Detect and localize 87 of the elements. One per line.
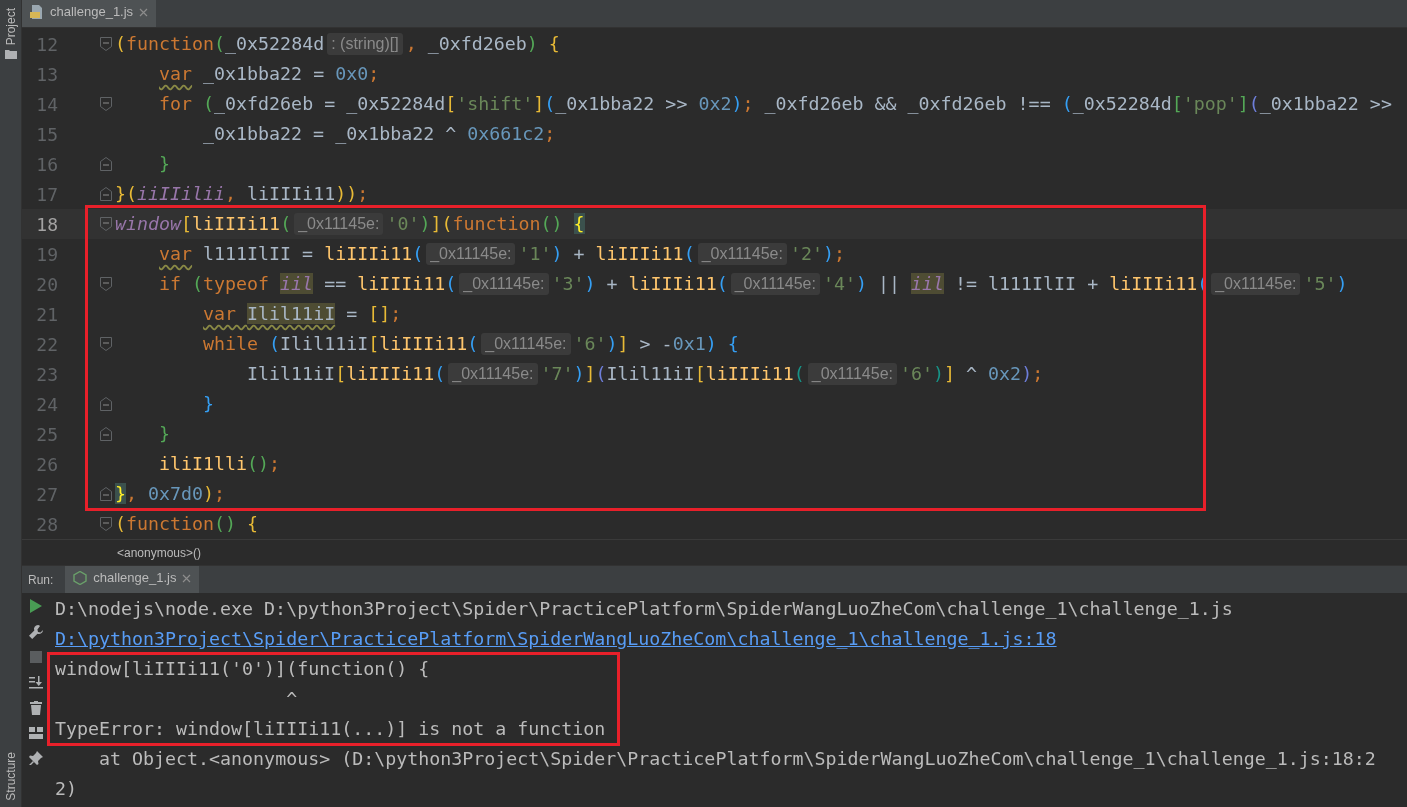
code-text: var _0x1bba22 = 0x0; <box>159 62 380 87</box>
line-number: 21 <box>35 302 58 327</box>
line-number: 24 <box>35 392 58 417</box>
fold-end-icon[interactable] <box>100 427 112 441</box>
code-text: '6')] > -0x1) { <box>573 332 739 357</box>
line-number: 19 <box>35 242 58 267</box>
code-text: '2'); <box>789 242 845 267</box>
code-text: } <box>159 422 171 447</box>
js-file-icon <box>30 5 44 19</box>
run-icon[interactable] <box>30 599 42 613</box>
fold-icon[interactable] <box>100 517 112 531</box>
layout-icon[interactable] <box>29 727 43 739</box>
console-text: TypeError: window[liIIIi11(...)] is not a function <box>55 718 606 739</box>
line-number: 28 <box>35 512 58 537</box>
fold-end-icon[interactable] <box>100 487 112 501</box>
structure-tool-tab[interactable]: Structure <box>3 752 18 801</box>
scroll-to-end-icon[interactable] <box>29 675 43 689</box>
parameter-hint: _0x11145e: <box>730 273 820 295</box>
code-text: if (typeof iil == liIIIi11( <box>159 272 457 297</box>
close-icon[interactable] <box>139 7 149 17</box>
code-text: (function() { <box>115 512 259 537</box>
fold-icon[interactable] <box>100 217 112 231</box>
file-link[interactable]: D:\python3Project\Spider\PracticePlatform\SpiderWangLuoZheCom\challenge_1\challenge_1.js:18 <box>55 628 1057 649</box>
folder-icon <box>4 49 17 60</box>
hexagon-icon <box>73 571 88 585</box>
fold-icon[interactable] <box>100 337 112 351</box>
line-number: 22 <box>35 332 58 357</box>
code-text: window[liIIIi11( <box>115 212 292 237</box>
close-icon[interactable] <box>182 573 192 583</box>
code-text: var Ilil11iI = []; <box>203 302 402 327</box>
line-number: 14 <box>35 92 58 117</box>
line-number: 12 <box>35 32 58 57</box>
line-number: 18 <box>35 212 58 237</box>
code-text: _0x1bba22 = _0x1bba22 ^ 0x661c2; <box>203 122 556 147</box>
console-text: at Object.<anonymous> (D:\python3Project\Spider\PracticePlatform\SpiderWangLuoZheCom\challenge_1\challenge_1.js:18:22) <box>55 748 1376 799</box>
line-number: 17 <box>35 182 58 207</box>
line-number: 16 <box>35 152 58 177</box>
parameter-hint: _0x11145e: <box>481 333 571 355</box>
line-number: 26 <box>35 452 58 477</box>
code-text: Ilil11iI[liIIIi11( <box>247 362 446 387</box>
run-label: Run: <box>27 571 55 589</box>
fold-end-icon[interactable] <box>100 157 112 171</box>
fold-end-icon[interactable] <box>100 397 112 411</box>
line-number: 15 <box>35 122 58 147</box>
code-text: }(iiIIilii, liIIIi11)); <box>115 182 369 207</box>
code-text: for (_0xfd26eb = _0x52284d['shift'](_0x1bba22 >> 0x2); _0xfd26eb && _0xfd26eb !== (_0x52284d['pop'](_0x1bba22 >> <box>159 92 1392 117</box>
code-text: '5') <box>1303 272 1348 297</box>
code-text: } <box>203 392 215 417</box>
code-text: '6')] ^ 0x2); <box>900 362 1044 387</box>
fold-icon[interactable] <box>100 37 112 51</box>
code-text: }, 0x7d0); <box>115 482 226 507</box>
console-text: ^ <box>286 688 298 709</box>
file-tab[interactable]: challenge_1.js <box>65 566 200 593</box>
code-text: , _0xfd26eb) { <box>405 32 560 57</box>
line-number: 27 <box>35 482 58 507</box>
code-text: '1') + liIIIi11( <box>518 242 695 267</box>
parameter-hint: : (string)[] <box>327 33 403 55</box>
line-number: 20 <box>35 272 58 297</box>
code-text: var l111IlII = liIIIi11( <box>159 242 424 267</box>
line-number: 23 <box>35 362 58 387</box>
parameter-hint: _0x11145e: <box>426 243 516 265</box>
breadcrumb[interactable]: <anonymous>() <box>117 543 202 562</box>
console-text: D:\nodejs\node.exe D:\python3Project\Spider\PracticePlatform\SpiderWangLuoZheCom\challenge_1\challenge_1.js <box>55 598 1233 619</box>
code-text: '0')](function() { <box>386 212 585 237</box>
project-tool-tab[interactable]: Project <box>3 8 18 46</box>
fold-end-icon[interactable] <box>100 187 112 201</box>
code-text: '3') + liIIIi11( <box>551 272 728 297</box>
code-text: while (Ilil11iI[liIIIi11( <box>203 332 479 357</box>
trash-icon[interactable] <box>30 701 42 715</box>
parameter-hint: _0x11145e: <box>1211 273 1301 295</box>
parameter-hint: _0x11145e: <box>697 243 787 265</box>
code-text: (function(_0x52284d <box>115 32 325 57</box>
file-tab[interactable]: challenge_1.js <box>22 0 157 27</box>
code-text: iliI1lli(); <box>159 452 281 477</box>
parameter-hint: _0x11145e: <box>448 363 538 385</box>
parameter-hint: _0x11145e: <box>294 213 384 235</box>
code-text: '7')](Ilil11iI[liIIIi11( <box>540 362 805 387</box>
parameter-hint: _0x11145e: <box>807 363 897 385</box>
console-text: window[liIIIi11('0')](function() { <box>55 658 430 679</box>
code-text: } <box>159 152 171 177</box>
pin-icon[interactable] <box>29 751 43 765</box>
parameter-hint: _0x11145e: <box>459 273 549 295</box>
fold-icon[interactable] <box>100 97 112 111</box>
line-number: 13 <box>35 62 58 87</box>
line-number: 25 <box>35 422 58 447</box>
wrench-icon[interactable] <box>29 625 43 639</box>
fold-icon[interactable] <box>100 277 112 291</box>
